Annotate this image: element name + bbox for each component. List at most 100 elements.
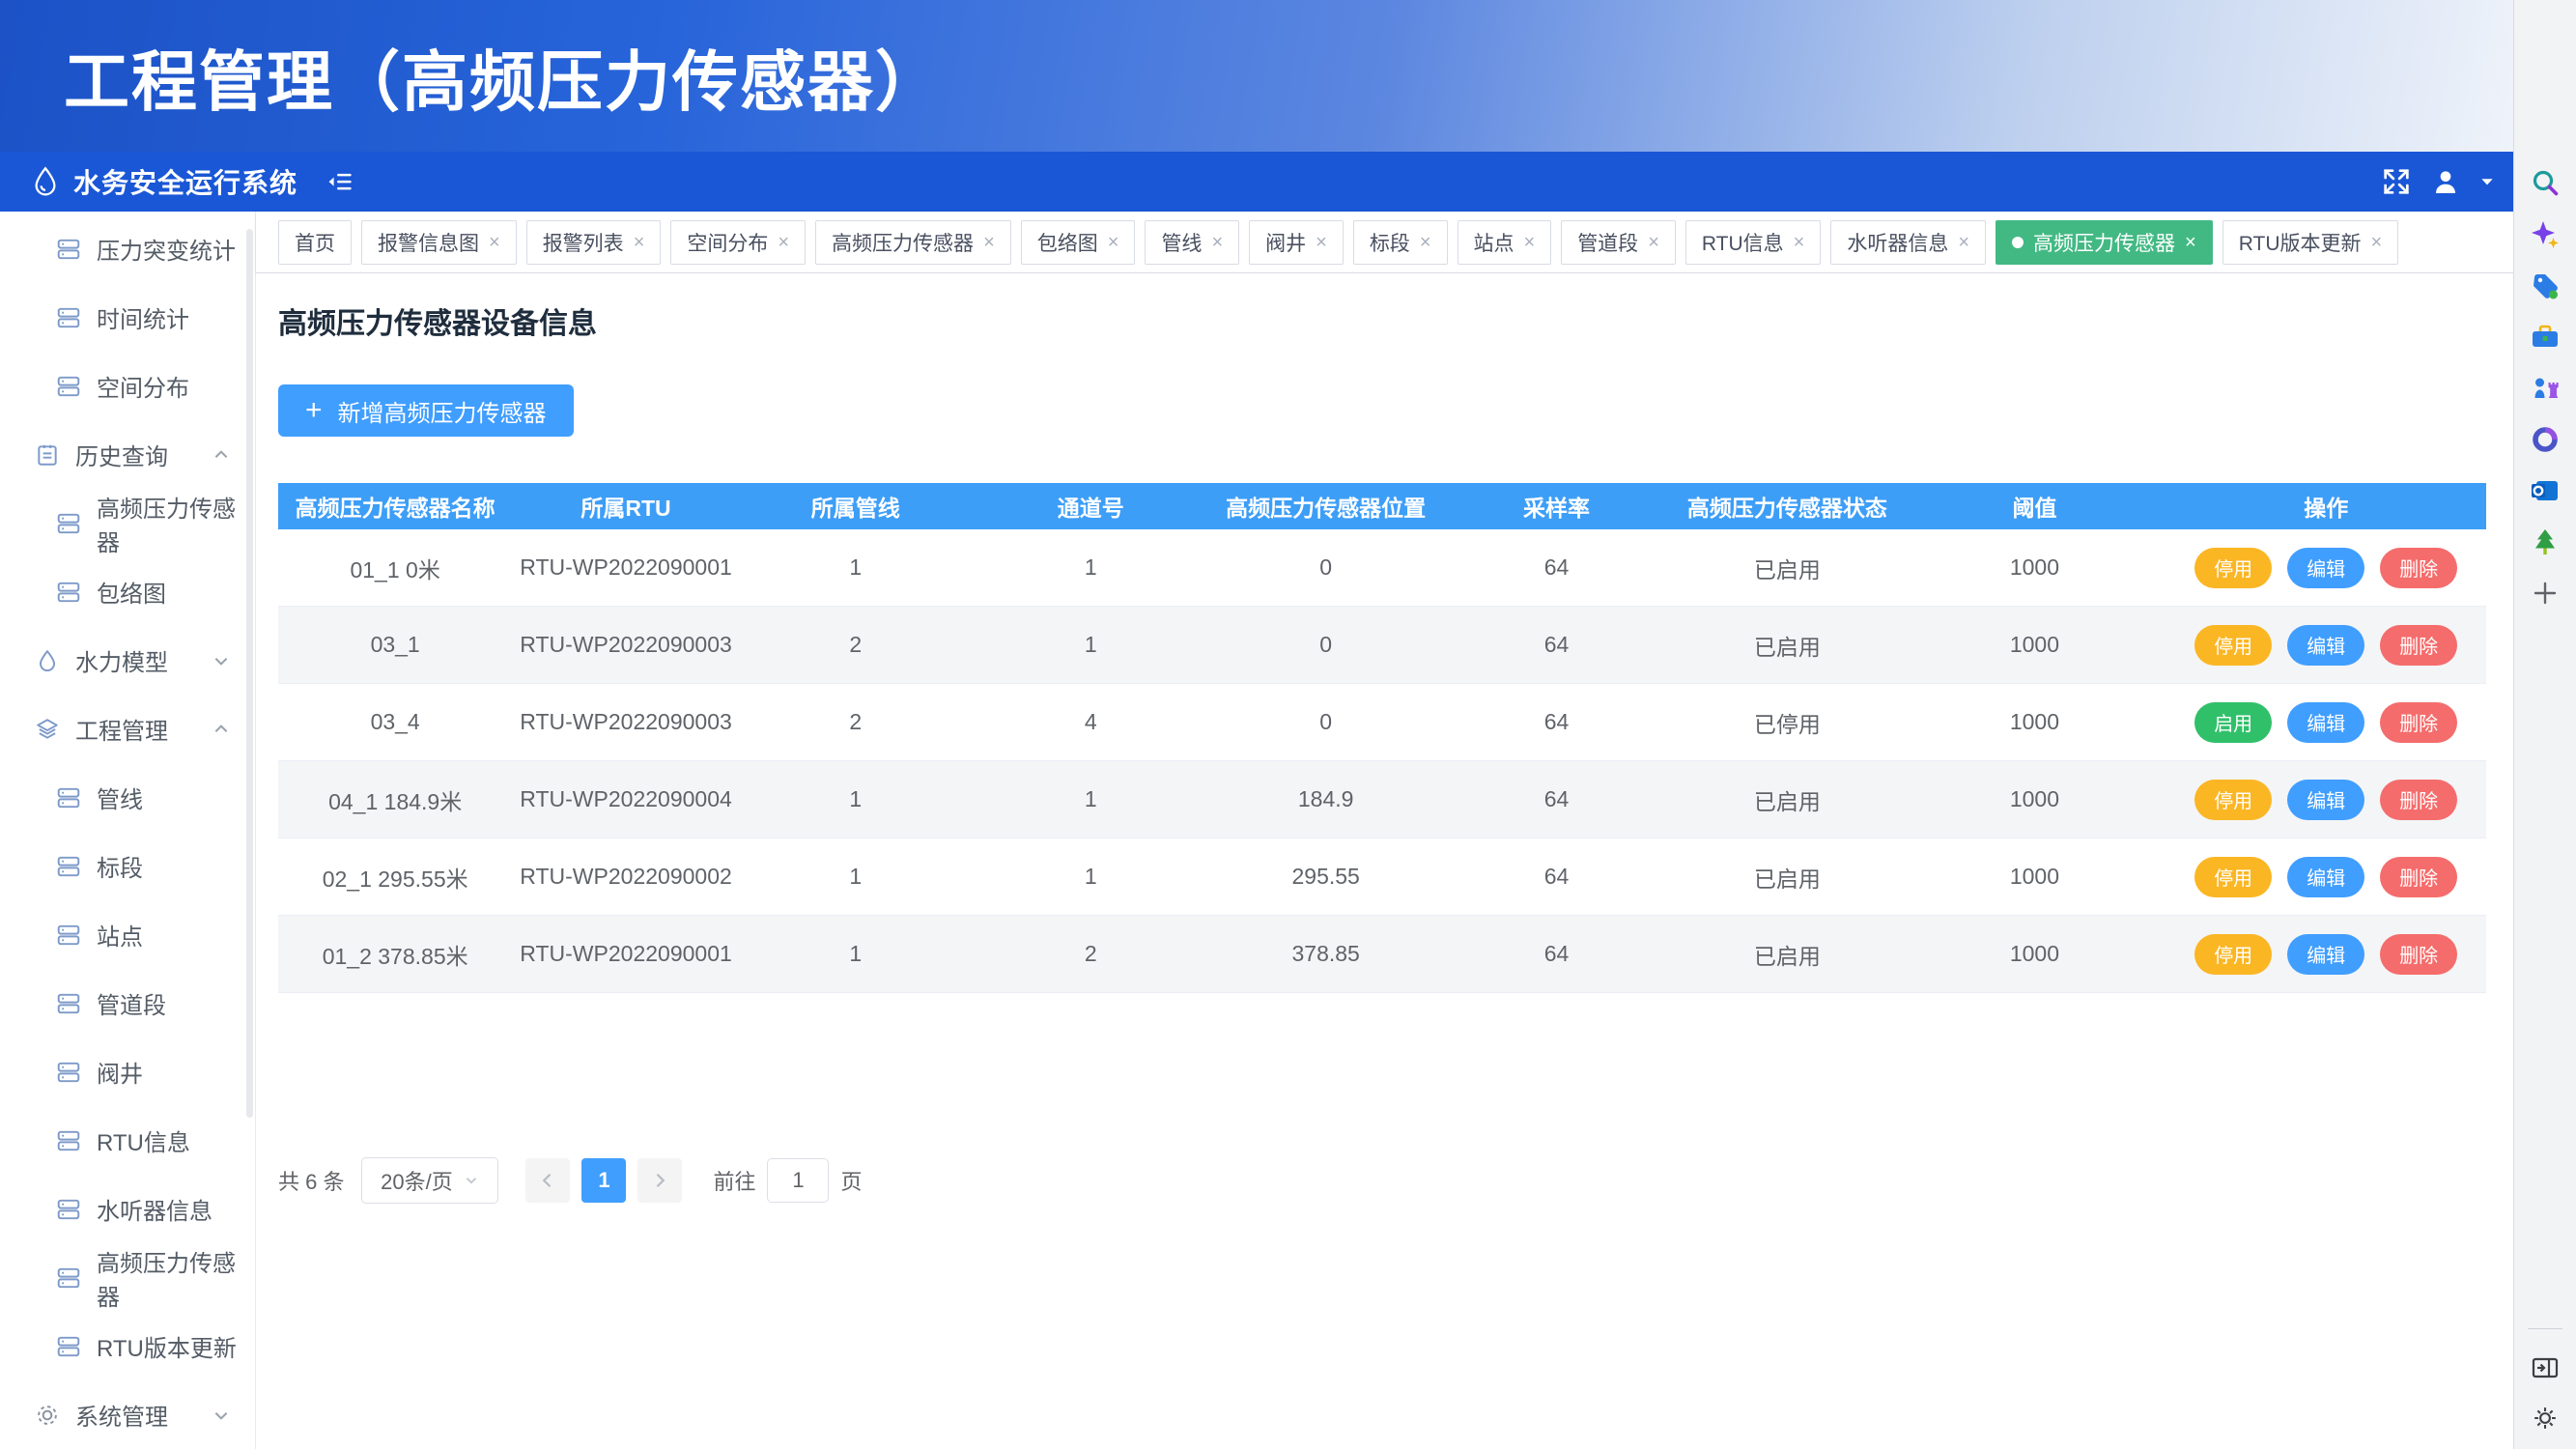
close-icon[interactable]: × (634, 233, 645, 252)
prev-page-button[interactable] (525, 1158, 570, 1203)
sidebar-item[interactable]: 水力模型 (0, 626, 255, 695)
close-icon[interactable]: × (2185, 233, 2196, 252)
games-icon[interactable] (2528, 371, 2562, 406)
delete-button[interactable]: 删除 (2380, 625, 2457, 666)
table-cell: 1000 (1903, 864, 2166, 890)
toolbox-icon[interactable] (2528, 320, 2562, 355)
delete-button[interactable]: 删除 (2380, 548, 2457, 588)
panel-collapse-icon[interactable] (2528, 1350, 2562, 1385)
sidebar-item-label: 水听器信息 (97, 1192, 212, 1226)
sidebar-item[interactable]: 水听器信息 (0, 1175, 255, 1243)
disable-button[interactable]: 停用 (2194, 780, 2272, 820)
next-page-button[interactable] (637, 1158, 682, 1203)
edit-button[interactable]: 编辑 (2287, 548, 2364, 588)
edit-button[interactable]: 编辑 (2287, 780, 2364, 820)
edit-button[interactable]: 编辑 (2287, 625, 2364, 666)
sidebar-item[interactable]: 管线 (0, 763, 255, 832)
actions-cell: 停用编辑删除 (2166, 548, 2485, 588)
add-sensor-button[interactable]: + 新增高频压力传感器 (278, 384, 574, 437)
table-cell: 295.55 (1210, 864, 1442, 890)
close-icon[interactable]: × (1420, 233, 1431, 252)
close-icon[interactable]: × (778, 233, 789, 252)
page-number-button[interactable]: 1 (581, 1158, 626, 1203)
delete-button[interactable]: 删除 (2380, 934, 2457, 975)
sidebar-item[interactable]: RTU信息 (0, 1106, 255, 1175)
tab[interactable]: 站点× (1458, 220, 1552, 265)
copilot-icon[interactable] (2528, 217, 2562, 252)
delete-button[interactable]: 删除 (2380, 702, 2457, 743)
close-icon[interactable]: × (489, 233, 500, 252)
shopping-icon[interactable] (2528, 269, 2562, 303)
tree-icon[interactable] (2528, 525, 2562, 559)
close-icon[interactable]: × (1211, 233, 1223, 252)
tab[interactable]: 空间分布× (670, 220, 806, 265)
tab[interactable]: 标段× (1353, 220, 1448, 265)
sidebar-scrollbar[interactable] (246, 229, 253, 1118)
close-icon[interactable]: × (2371, 233, 2383, 252)
settings-gear-icon[interactable] (2528, 1401, 2562, 1435)
sidebar-item[interactable]: 阀井 (0, 1037, 255, 1106)
table-cell: 0 (1210, 632, 1442, 658)
tab[interactable]: 管道段× (1561, 220, 1676, 265)
sidebar-item[interactable]: 压力突变统计 (0, 214, 255, 283)
tab[interactable]: RTU版本更新× (2222, 220, 2398, 265)
tab[interactable]: 首页 (278, 220, 352, 265)
user-avatar-icon[interactable] (2430, 166, 2461, 197)
search-icon[interactable] (2528, 166, 2562, 201)
delete-button[interactable]: 删除 (2380, 857, 2457, 897)
grid-icon (56, 785, 81, 810)
sidebar-item[interactable]: 标段 (0, 832, 255, 900)
edit-button[interactable]: 编辑 (2287, 857, 2364, 897)
column-header: 高频压力传感器位置 (1210, 490, 1442, 523)
caret-down-icon[interactable] (2478, 173, 2496, 190)
delete-button[interactable]: 删除 (2380, 780, 2457, 820)
sidebar-item-label: 水力模型 (75, 643, 168, 677)
table-cell: 64 (1442, 632, 1672, 658)
sidebar-item[interactable]: 站点 (0, 900, 255, 969)
sidebar-item[interactable]: 历史查询 (0, 420, 255, 489)
sidebar-item[interactable]: 系统管理 (0, 1380, 255, 1449)
goto-page-input[interactable] (767, 1158, 829, 1203)
sidebar-item[interactable]: 管道段 (0, 969, 255, 1037)
table-cell: 1 (740, 554, 972, 581)
tab[interactable]: 报警列表× (526, 220, 662, 265)
sidebar-item[interactable]: 空间分布 (0, 352, 255, 420)
edit-button[interactable]: 编辑 (2287, 934, 2364, 975)
edit-button[interactable]: 编辑 (2287, 702, 2364, 743)
page-size-select[interactable]: 20条/页 (361, 1157, 498, 1204)
close-icon[interactable]: × (1794, 233, 1805, 252)
tab[interactable]: 阀井× (1249, 220, 1344, 265)
sidebar-item[interactable]: 高频压力传感器 (0, 489, 255, 557)
sidebar-item[interactable]: 包络图 (0, 557, 255, 626)
sidebar-item[interactable]: RTU版本更新 (0, 1312, 255, 1380)
menu-fold-icon[interactable] (326, 168, 354, 195)
tab[interactable]: 管线× (1145, 220, 1239, 265)
add-icon[interactable] (2528, 576, 2562, 611)
m365-icon[interactable] (2528, 422, 2562, 457)
column-header: 通道号 (972, 490, 1210, 523)
tab[interactable]: 水听器信息× (1830, 220, 1986, 265)
close-icon[interactable]: × (1958, 233, 1969, 252)
table-cell: 64 (1442, 941, 1672, 967)
disable-button[interactable]: 停用 (2194, 625, 2272, 666)
close-icon[interactable]: × (1524, 233, 1536, 252)
table-cell: 1 (972, 864, 1210, 890)
close-icon[interactable]: × (1316, 233, 1327, 252)
outlook-icon[interactable] (2528, 473, 2562, 508)
disable-button[interactable]: 停用 (2194, 857, 2272, 897)
tab[interactable]: 高频压力传感器× (815, 220, 1011, 265)
disable-button[interactable]: 停用 (2194, 934, 2272, 975)
close-icon[interactable]: × (983, 233, 995, 252)
disable-button[interactable]: 停用 (2194, 548, 2272, 588)
enable-button[interactable]: 启用 (2194, 702, 2272, 743)
close-icon[interactable]: × (1648, 233, 1659, 252)
close-icon[interactable]: × (1108, 233, 1119, 252)
tab[interactable]: 报警信息图× (361, 220, 517, 265)
sidebar-item[interactable]: 高频压力传感器 (0, 1243, 255, 1312)
sidebar-item[interactable]: 工程管理 (0, 695, 255, 763)
tab[interactable]: RTU信息× (1685, 220, 1821, 265)
sidebar-item[interactable]: 时间统计 (0, 283, 255, 352)
tab[interactable]: 包络图× (1021, 220, 1136, 265)
tab-active[interactable]: 高频压力传感器× (1996, 220, 2213, 265)
fullscreen-icon[interactable] (2380, 165, 2413, 198)
